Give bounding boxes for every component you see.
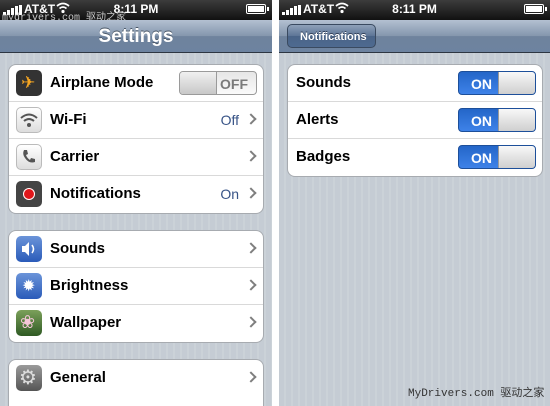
row-sounds: Sounds ON (288, 65, 542, 102)
notifications-icon (16, 181, 42, 207)
row-label: General (50, 369, 106, 386)
toggle-state: ON (471, 150, 492, 166)
gear-icon (16, 365, 42, 391)
sounds-toggle[interactable]: ON (458, 71, 536, 95)
wifi-icon (16, 107, 42, 133)
airplane-icon (16, 70, 42, 96)
row-brightness[interactable]: Brightness (9, 268, 263, 305)
back-button[interactable]: Notifications (287, 24, 376, 48)
chevron-right-icon (245, 150, 257, 162)
toggle-knob (498, 109, 535, 131)
row-alerts: Alerts ON (288, 102, 542, 139)
row-wallpaper[interactable]: Wallpaper (9, 305, 263, 342)
badges-toggle[interactable]: ON (458, 145, 536, 169)
row-label: Airplane Mode (50, 74, 154, 91)
row-badges: Badges ON (288, 139, 542, 176)
row-label: Brightness (50, 277, 129, 294)
settings-group-1: Airplane Mode OFF Wi-Fi Off Carrier Noti… (8, 64, 264, 214)
nav-bar: Notifications (279, 20, 550, 53)
phone-icon (16, 144, 42, 170)
row-label: Sounds (296, 74, 351, 91)
row-carrier[interactable]: Carrier (9, 139, 263, 176)
page-title: Settings (98, 26, 174, 47)
settings-group-2: Sounds Brightness Wallpaper (8, 230, 264, 343)
row-detail: Off (220, 112, 239, 128)
chevron-right-icon (245, 316, 257, 328)
row-label: Carrier (50, 148, 100, 165)
row-general[interactable]: General (9, 360, 263, 397)
row-label: Badges (296, 148, 351, 165)
row-airplane-mode: Airplane Mode OFF (9, 65, 263, 102)
settings-screen: AT&T 8:11 PM mydrivers.com 驱动之家 Settings… (0, 0, 272, 406)
row-sounds[interactable]: Sounds (9, 231, 263, 268)
chevron-right-icon (245, 371, 257, 383)
row-label: Sounds (50, 240, 105, 257)
row-label: Alerts (296, 111, 339, 128)
chevron-right-icon (245, 279, 257, 291)
row-label: Wi-Fi (50, 111, 87, 128)
status-time: 8:11 PM (392, 2, 437, 16)
toggle-knob (498, 146, 535, 168)
row-label: Notifications (50, 185, 141, 202)
brightness-icon (16, 273, 42, 299)
toggle-state: ON (471, 76, 492, 92)
footer-watermark: MyDrivers.com 驱动之家 (408, 388, 545, 400)
alerts-toggle[interactable]: ON (458, 108, 536, 132)
settings-group-3: General (8, 359, 264, 406)
notifications-screen: AT&T 8:11 PM Notifications Sounds ON Ale… (279, 0, 550, 406)
chevron-right-icon (245, 113, 257, 125)
row-detail: On (220, 186, 239, 202)
toggle-state: OFF (220, 76, 248, 92)
back-button-label: Notifications (300, 31, 367, 43)
airplane-mode-toggle[interactable]: OFF (179, 71, 257, 95)
wallpaper-icon (16, 310, 42, 336)
toggle-knob (498, 72, 535, 94)
chevron-right-icon (245, 242, 257, 254)
nav-bar: Settings (0, 20, 272, 53)
battery-icon (524, 4, 547, 14)
row-label: Wallpaper (50, 314, 122, 331)
row-notifications[interactable]: Notifications On (9, 176, 263, 213)
speaker-icon (16, 236, 42, 262)
toggle-knob (180, 72, 217, 94)
status-bar: AT&T 8:11 PM mydrivers.com 驱动之家 (0, 0, 272, 24)
battery-icon (246, 4, 269, 14)
chevron-right-icon (245, 187, 257, 199)
toggle-state: ON (471, 113, 492, 129)
notifications-group: Sounds ON Alerts ON Badges ON (287, 64, 543, 177)
row-wifi[interactable]: Wi-Fi Off (9, 102, 263, 139)
status-bar: AT&T 8:11 PM (279, 0, 550, 20)
